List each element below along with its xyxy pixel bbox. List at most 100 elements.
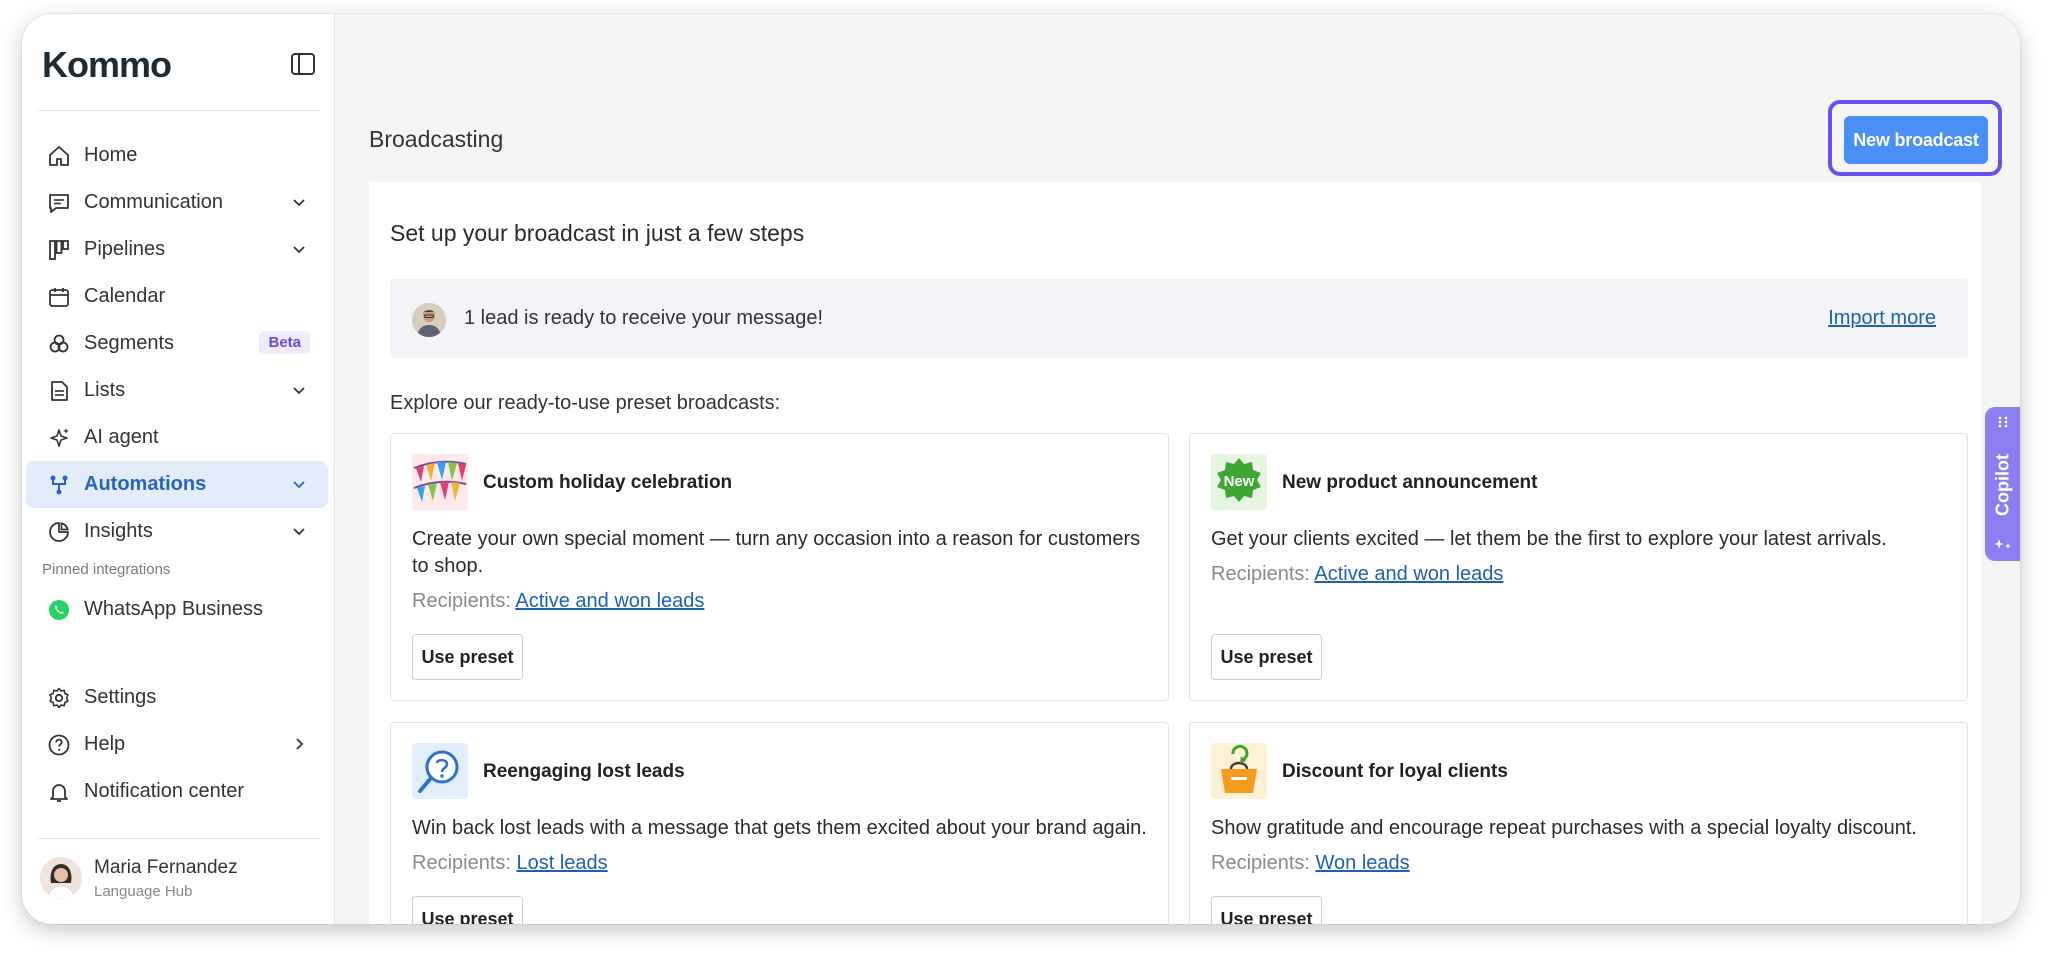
shopping-bag-icon [1211, 743, 1267, 799]
lead-ready-banner: 1 lead is ready to receive your message!… [390, 279, 1968, 358]
panel-title: Set up your broadcast in just a few step… [390, 220, 805, 246]
copilot-tab[interactable]: Copilot [1985, 407, 2020, 561]
sidebar-item-label: Calendar [84, 285, 166, 307]
use-preset-button[interactable]: Use preset [1211, 634, 1322, 680]
recipients-link[interactable]: Won leads [1316, 852, 1410, 874]
sidebar-item-help[interactable]: Help [26, 721, 328, 768]
search-question-icon [412, 743, 468, 799]
avatar [40, 857, 82, 899]
preset-card-reengaging: Reengaging lost leads Win back lost lead… [390, 722, 1169, 924]
recipients-label: Recipients: [1211, 852, 1310, 874]
sidebar-item-label: Lists [84, 379, 126, 401]
kommo-logo[interactable]: Kommo [42, 44, 172, 86]
sidebar-divider [37, 110, 319, 111]
preset-card-new-product: New New product announcement Get your cl… [1189, 433, 1968, 701]
chat-icon [46, 190, 72, 216]
recipients-label: Recipients: [1211, 563, 1310, 585]
sidebar-item-ai-agent[interactable]: AI agent [26, 414, 328, 461]
recipients-label: Recipients: [412, 852, 511, 874]
preset-card-recipients: Recipients: Won leads [1211, 852, 1410, 875]
lead-ready-text: 1 lead is ready to receive your message! [464, 307, 824, 329]
explore-presets-label: Explore our ready-to-use preset broadcas… [390, 392, 781, 414]
sidebar-item-insights[interactable]: Insights [26, 508, 328, 555]
sidebar-item-label: Help [84, 733, 126, 755]
preset-card-title: New product announcement [1282, 472, 1538, 493]
recipients-label: Recipients: [412, 590, 511, 612]
broadcast-setup-panel: Set up your broadcast in just a few step… [369, 182, 1981, 924]
help-icon [46, 732, 72, 758]
pinned-list: WhatsApp Business [26, 586, 328, 633]
sidebar-item-label: AI agent [84, 426, 159, 448]
use-preset-button[interactable]: Use preset [1211, 896, 1322, 924]
sidebar-item-automations[interactable]: Automations [26, 461, 328, 508]
preset-card-holiday: Custom holiday celebration Create your o… [390, 433, 1169, 701]
sidebar-toggle-icon[interactable] [289, 50, 317, 78]
profile-organization: Language Hub [94, 883, 193, 900]
import-more-link[interactable]: Import more [1828, 307, 1936, 330]
beta-badge: Beta [259, 331, 310, 354]
profile-name: Maria Fernandez [94, 857, 238, 878]
sidebar-item-label: Insights [84, 520, 153, 542]
automations-icon [46, 472, 72, 498]
pinned-integrations-label: Pinned integrations [42, 561, 171, 578]
chevron-down-icon[interactable] [290, 193, 308, 211]
preset-card-title: Discount for loyal clients [1282, 761, 1508, 782]
preset-card-recipients: Recipients: Active and won leads [412, 590, 704, 613]
preset-card-title: Custom holiday celebration [483, 472, 733, 493]
sidebar-nav: Home Communication Pipelines Calendar Se… [26, 132, 328, 555]
sidebar-item-calendar[interactable]: Calendar [26, 273, 328, 320]
home-icon [46, 143, 72, 169]
new-badge-icon: New [1211, 454, 1267, 510]
chevron-down-icon[interactable] [290, 240, 308, 258]
page-title: Broadcasting [369, 126, 504, 152]
sidebar-item-communication[interactable]: Communication [26, 179, 328, 226]
preset-card-description: Show gratitude and encourage repeat purc… [1211, 817, 1917, 839]
sparkle-icon [46, 425, 72, 451]
preset-card-description: Create your own special moment — turn an… [412, 528, 1141, 577]
sidebar-item-label: Segments [84, 332, 175, 354]
drag-handle-icon[interactable] [1996, 415, 2010, 429]
sidebar-item-label: Home [84, 144, 138, 166]
sidebar-item-segments[interactable]: Segments Beta [26, 320, 328, 367]
sidebar: Kommo Home Communication Pipelines Calen… [22, 14, 335, 924]
sidebar-item-pipelines[interactable]: Pipelines [26, 226, 328, 273]
gear-icon [46, 685, 72, 711]
sidebar-item-label: Settings [84, 686, 157, 708]
whatsapp-icon [46, 597, 72, 623]
preset-card-recipients: Recipients: Lost leads [412, 852, 608, 875]
chevron-right-icon[interactable] [290, 735, 308, 753]
chevron-down-icon[interactable] [290, 381, 308, 399]
insights-icon [46, 519, 72, 545]
copilot-label: Copilot [1992, 454, 2013, 516]
use-preset-button[interactable]: Use preset [412, 896, 523, 924]
chevron-down-icon[interactable] [290, 522, 308, 540]
recipients-link[interactable]: Lost leads [517, 852, 608, 874]
logo-row: Kommo [42, 44, 317, 92]
sidebar-divider [37, 838, 319, 839]
sidebar-item-lists[interactable]: Lists [26, 367, 328, 414]
sidebar-item-settings[interactable]: Settings [26, 674, 328, 721]
sidebar-item-whatsapp-business[interactable]: WhatsApp Business [26, 586, 328, 633]
svg-text:New: New [1224, 473, 1255, 490]
recipients-link[interactable]: Active and won leads [515, 590, 704, 612]
use-preset-button[interactable]: Use preset [412, 634, 523, 680]
recipients-link[interactable]: Active and won leads [1314, 563, 1503, 585]
preset-card-description: Get your clients excited — let them be t… [1211, 528, 1887, 550]
preset-card-loyal-discount: Discount for loyal clients Show gratitud… [1189, 722, 1968, 924]
user-profile[interactable]: Maria Fernandez Language Hub [40, 855, 320, 907]
preset-card-recipients: Recipients: Active and won leads [1211, 563, 1503, 586]
new-broadcast-button[interactable]: New broadcast [1844, 116, 1988, 164]
segments-icon [46, 331, 72, 357]
list-icon [46, 378, 72, 404]
sidebar-item-label: Communication [84, 191, 223, 213]
sidebar-item-home[interactable]: Home [26, 132, 328, 179]
pipelines-icon [46, 237, 72, 263]
sidebar-item-notification-center[interactable]: Notification center [26, 768, 328, 815]
bell-icon [46, 779, 72, 805]
preset-card-description: Win back lost leads with a message that … [412, 817, 1147, 839]
sparkle-icon [1994, 539, 2011, 549]
sidebar-bottom-nav: Settings Help Notification center [26, 674, 328, 815]
calendar-icon [46, 284, 72, 310]
preset-card-title: Reengaging lost leads [483, 761, 685, 782]
chevron-down-icon[interactable] [290, 475, 308, 493]
